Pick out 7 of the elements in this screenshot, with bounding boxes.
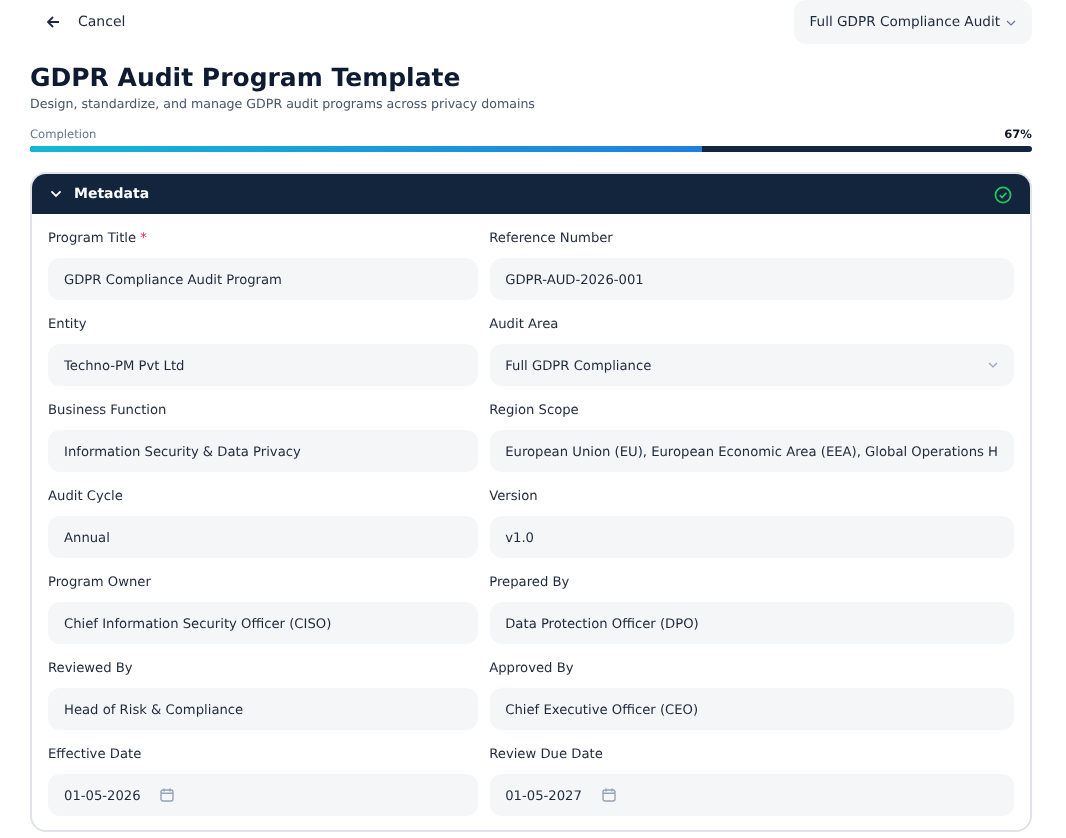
back-arrow-icon: [46, 16, 60, 28]
chevron-down-icon: [50, 190, 62, 198]
calendar-icon: [160, 788, 175, 802]
page-title: GDPR Audit Program Template: [30, 62, 463, 92]
chevron-down-icon: [988, 362, 998, 368]
calendar-icon: [601, 788, 616, 802]
chevron-down-icon: [1006, 19, 1016, 25]
